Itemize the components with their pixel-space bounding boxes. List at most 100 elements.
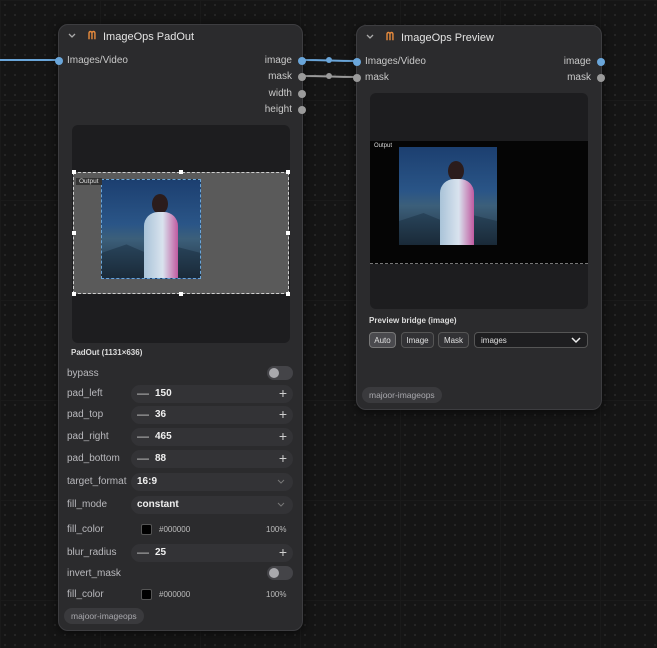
node-title: ImageOps Preview — [401, 32, 494, 44]
plus-icon[interactable]: + — [279, 385, 287, 401]
preview-tag: majoor-imageops — [362, 387, 442, 403]
handle-tl[interactable] — [72, 170, 76, 174]
blur-radius-value: 25 — [155, 547, 167, 558]
output-socket-width[interactable] — [298, 90, 306, 98]
wire-reroute-dot — [326, 57, 332, 63]
output-socket-mask[interactable] — [597, 74, 605, 82]
minus-icon[interactable]: — — [137, 429, 149, 443]
handle-tm[interactable] — [179, 170, 183, 174]
output-label-mask: mask — [567, 72, 591, 83]
output-badge: Output — [76, 178, 102, 185]
preview-node[interactable]: ᗰ ImageOps Preview Images/Video mask ima… — [353, 25, 605, 410]
pad-right-stepper[interactable]: — 465 + — [131, 428, 293, 446]
portrait-figure — [436, 161, 478, 245]
padout-caption: PadOut (1131×636) — [71, 348, 143, 357]
chevron-down-icon[interactable] — [277, 502, 285, 508]
pad-right-value: 465 — [155, 431, 172, 442]
preview-canvas[interactable]: Output — [370, 93, 588, 309]
output-label-mask: mask — [268, 71, 292, 82]
mask-button[interactable]: Mask — [438, 332, 469, 348]
pad-bottom-label: pad_bottom — [67, 453, 120, 464]
fill-color2-opacity[interactable]: 100% — [266, 590, 286, 599]
pad-bottom-stepper[interactable]: — 88 + — [131, 450, 293, 468]
handle-mr[interactable] — [286, 231, 290, 235]
fill-color2-hex[interactable]: #000000 — [159, 590, 190, 599]
handle-bm[interactable] — [179, 292, 183, 296]
pad-left-label: pad_left — [67, 388, 103, 399]
fill-color-swatch[interactable] — [141, 524, 152, 535]
pad-right-label: pad_right — [67, 431, 109, 442]
output-socket-mask[interactable] — [298, 73, 306, 81]
plus-icon[interactable]: + — [279, 406, 287, 422]
image-button[interactable]: Image — [401, 332, 434, 348]
mode-select[interactable]: images — [474, 332, 588, 348]
auto-button[interactable]: Auto — [369, 332, 396, 348]
chevron-down-icon[interactable] — [67, 31, 77, 41]
preview-node-header[interactable]: ᗰ ImageOps Preview — [357, 26, 601, 50]
handle-tr[interactable] — [286, 170, 290, 174]
chevron-down-icon[interactable] — [571, 337, 581, 344]
input-label-images: Images/Video — [365, 56, 426, 67]
fill-mode-label: fill_mode — [67, 499, 108, 510]
invert-mask-toggle[interactable] — [267, 566, 293, 580]
plus-icon[interactable]: + — [279, 544, 287, 560]
portrait-figure — [140, 194, 182, 278]
plus-icon[interactable]: + — [279, 450, 287, 466]
padout-node[interactable]: ᗰ ImageOps PadOut Images/Video image mas… — [55, 24, 306, 631]
fill-mode-value: constant — [137, 499, 179, 510]
target-format-label: target_format — [67, 476, 127, 487]
node-title: ImageOps PadOut — [103, 31, 195, 43]
wire-reroute-dot — [326, 73, 332, 79]
majoor-logo-icon: ᗰ — [386, 31, 394, 43]
mode-select-value: images — [481, 335, 507, 345]
majoor-logo-icon: ᗰ — [88, 30, 96, 42]
invert-mask-label: invert_mask — [67, 568, 121, 579]
fill-color-label: fill_color — [67, 524, 104, 535]
pad-left-stepper[interactable]: — 150 + — [131, 385, 293, 403]
blur-radius-label: blur_radius — [67, 547, 117, 558]
fill-color-opacity[interactable]: 100% — [266, 525, 286, 534]
fill-mode-select[interactable]: constant — [131, 496, 293, 514]
output-socket-image[interactable] — [597, 58, 605, 66]
minus-icon[interactable]: — — [137, 386, 149, 400]
input-label-images: Images/Video — [67, 55, 128, 66]
pad-top-stepper[interactable]: — 36 + — [131, 406, 293, 424]
minus-icon[interactable]: — — [137, 545, 149, 559]
pad-left-value: 150 — [155, 388, 172, 399]
pad-bottom-value: 88 — [155, 453, 167, 464]
preview-bridge-label: Preview bridge (image) — [369, 316, 457, 325]
bypass-toggle[interactable] — [267, 366, 293, 380]
input-socket-mask[interactable] — [353, 74, 361, 82]
input-label-mask: mask — [365, 72, 389, 83]
fill-color2-label: fill_color — [67, 589, 104, 600]
output-label-image: image — [563, 56, 591, 67]
pad-top-value: 36 — [155, 409, 167, 420]
target-format-select[interactable]: 16:9 — [131, 473, 293, 491]
input-socket-images[interactable] — [353, 58, 361, 66]
fill-color-hex[interactable]: #000000 — [159, 525, 190, 534]
minus-icon[interactable]: — — [137, 451, 149, 465]
chevron-down-icon[interactable] — [277, 479, 285, 485]
output-label-height: height — [264, 104, 292, 115]
handle-bl[interactable] — [72, 292, 76, 296]
blur-radius-stepper[interactable]: — 25 + — [131, 544, 293, 562]
output-label-image: image — [264, 55, 292, 66]
output-socket-height[interactable] — [298, 106, 306, 114]
input-socket-images[interactable] — [55, 57, 63, 65]
output-badge: Output — [374, 143, 393, 149]
handle-ml[interactable] — [72, 231, 76, 235]
pad-top-label: pad_top — [67, 409, 104, 420]
padout-preview[interactable]: Output — [72, 125, 290, 343]
fill-color2-swatch[interactable] — [141, 589, 152, 600]
source-image — [101, 179, 201, 279]
preview-image — [399, 147, 497, 245]
padout-tag: majoor-imageops — [64, 608, 144, 624]
padout-node-header[interactable]: ᗰ ImageOps PadOut — [59, 25, 302, 49]
chevron-down-icon[interactable] — [365, 32, 375, 42]
minus-icon[interactable]: — — [137, 407, 149, 421]
handle-br[interactable] — [286, 292, 290, 296]
output-label-width: width — [268, 88, 292, 99]
target-format-value: 16:9 — [137, 476, 158, 487]
output-socket-image[interactable] — [298, 57, 306, 65]
plus-icon[interactable]: + — [279, 428, 287, 444]
